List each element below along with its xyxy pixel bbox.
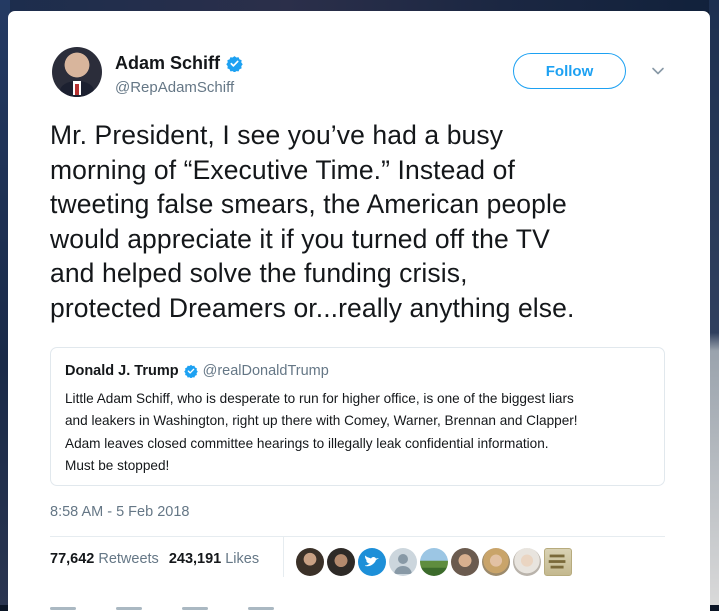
verified-badge-icon [183,364,198,378]
tweet-stats: 77,642 Retweets 243,191 Likes [50,551,269,567]
quoted-tweet-header: Donald J. Trump @realDonaldTrump [65,363,329,379]
follow-button[interactable]: Follow [513,53,626,89]
retweet-icon[interactable] [116,607,142,610]
quoted-author-name: Donald J. Trump [65,363,179,379]
quoted-tweet-text: Little Adam Schiff, who is desperate to … [65,388,660,478]
author-avatar[interactable] [52,47,102,97]
divider [50,536,665,537]
quoted-text-line: Adam leaves closed committee hearings to… [65,435,549,451]
tweet-timestamp[interactable]: 8:58 AM - 5 Feb 2018 [50,504,189,520]
tweet-text-line: and helped solve the funding crisis, [50,258,468,288]
retweets-label[interactable]: Retweets [98,551,158,567]
like-icon[interactable] [182,607,208,610]
quoted-text-line: Must be stopped! [65,458,170,474]
message-icon[interactable] [248,607,274,610]
quoted-author-handle: @realDonaldTrump [202,363,329,379]
logo-badge-icon [548,554,566,569]
tweet-text-line: protected Dreamers or...really anything … [50,292,575,323]
liker-avatar-5[interactable] [420,548,448,576]
liker-avatars [296,548,572,576]
liker-avatar-8[interactable] [513,548,541,576]
liker-avatar-6[interactable] [451,548,479,576]
author-display-name[interactable]: Adam Schiff [115,53,220,74]
likes-label[interactable]: Likes [225,551,259,567]
liker-avatar-2[interactable] [327,548,355,576]
avatar-tie [75,84,79,95]
liker-avatar-1[interactable] [296,548,324,576]
quoted-text-line: Little Adam Schiff, who is desperate to … [65,391,574,406]
retweets-count[interactable]: 77,642 [50,551,94,567]
bird-icon [365,555,379,567]
author-name-row[interactable]: Adam Schiff [115,52,243,74]
chevron-down-icon[interactable] [651,64,665,78]
background-right [709,0,719,605]
tweet-text-line: morning of “Executive Time.” Instead of [50,154,515,185]
quoted-tweet[interactable]: Donald J. Trump @realDonaldTrump Little … [50,347,665,486]
author-handle[interactable]: @RepAdamSchiff [115,79,234,96]
default-profile-icon [394,554,412,574]
reply-icon[interactable] [50,607,76,610]
liker-avatar-9[interactable] [544,548,572,576]
tweet-text-line: would appreciate it if you turned off th… [50,223,550,254]
tweet-text: Mr. President, I see you’ve had a busy m… [50,118,690,325]
verified-badge-icon [226,55,243,72]
stats-separator [283,537,284,577]
quoted-text-line: and leakers in Washington, right up ther… [65,413,578,429]
liker-avatar-3[interactable] [358,548,386,576]
action-bar-partial [50,607,665,611]
tweet-text-line: tweeting false smears, the American peop… [50,189,567,219]
liker-avatar-4[interactable] [389,548,417,576]
tweet-text-line: Mr. President, I see you’ve had a busy [50,120,504,150]
likes-count[interactable]: 243,191 [169,551,221,567]
liker-avatar-7[interactable] [482,548,510,576]
tweet-card: Adam Schiff @RepAdamSchiff Follow Mr. Pr… [8,11,710,611]
